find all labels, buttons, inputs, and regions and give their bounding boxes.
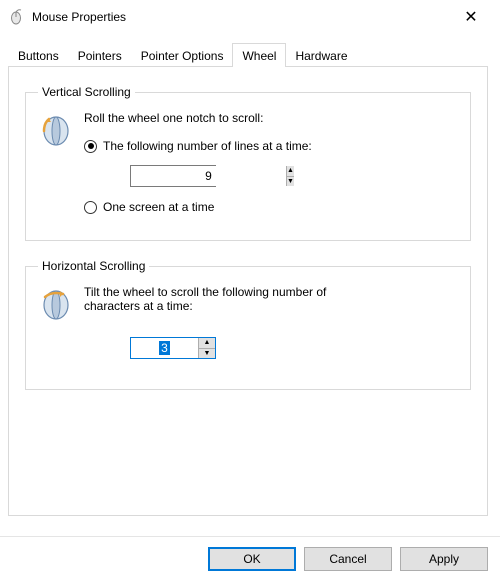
horizontal-desc: Tilt the wheel to scroll the following n…	[84, 285, 384, 313]
tab-buttons[interactable]: Buttons	[8, 44, 69, 66]
horizontal-scrolling-group: Horizontal Scrolling Tilt the wheel to s…	[25, 259, 471, 390]
window-title: Mouse Properties	[32, 10, 448, 24]
wheel-vertical-icon	[38, 113, 74, 149]
tab-pointers[interactable]: Pointers	[68, 44, 132, 66]
radio-lines-label: The following number of lines at a time:	[103, 139, 312, 153]
radio-screen-label: One screen at a time	[103, 200, 214, 214]
radio-lines-input[interactable]	[84, 140, 97, 153]
tab-strip: Buttons Pointers Pointer Options Wheel H…	[8, 42, 488, 66]
chars-spinner-down[interactable]: ▼	[199, 349, 215, 359]
radio-screen[interactable]: One screen at a time	[84, 200, 458, 214]
wheel-panel: Vertical Scrolling Roll the wheel one no…	[8, 66, 488, 516]
vertical-scrolling-group: Vertical Scrolling Roll the wheel one no…	[25, 85, 471, 241]
vertical-desc: Roll the wheel one notch to scroll:	[84, 111, 458, 125]
lines-spinner-down[interactable]: ▼	[287, 177, 294, 187]
close-icon: ✕	[464, 7, 477, 27]
apply-button[interactable]: Apply	[400, 547, 488, 571]
cancel-button[interactable]: Cancel	[304, 547, 392, 571]
wheel-horizontal-icon	[38, 287, 74, 323]
lines-spinner[interactable]: ▲ ▼	[130, 165, 216, 187]
lines-spinner-up[interactable]: ▲	[287, 166, 294, 177]
tab-hardware[interactable]: Hardware	[285, 44, 357, 66]
chars-spinner-value: 3	[159, 341, 170, 355]
horizontal-legend: Horizontal Scrolling	[38, 259, 149, 273]
close-button[interactable]: ✕	[448, 2, 494, 32]
mouse-icon	[8, 9, 24, 25]
vertical-legend: Vertical Scrolling	[38, 85, 135, 99]
chars-spinner-field[interactable]: 3	[131, 338, 198, 358]
radio-lines[interactable]: The following number of lines at a time:	[84, 139, 458, 153]
lines-spinner-value[interactable]	[131, 166, 286, 186]
mouse-properties-window: Mouse Properties ✕ Buttons Pointers Poin…	[0, 0, 500, 583]
tab-wheel[interactable]: Wheel	[232, 43, 286, 67]
dialog-buttons: OK Cancel Apply	[0, 537, 500, 583]
content-area: Buttons Pointers Pointer Options Wheel H…	[0, 34, 500, 536]
chars-spinner-up[interactable]: ▲	[199, 338, 215, 349]
chars-spinner[interactable]: 3 ▲ ▼	[130, 337, 216, 359]
titlebar: Mouse Properties ✕	[0, 0, 500, 34]
lines-spinner-arrows: ▲ ▼	[286, 166, 294, 186]
radio-screen-input[interactable]	[84, 201, 97, 214]
chars-spinner-arrows: ▲ ▼	[198, 338, 215, 358]
ok-button[interactable]: OK	[208, 547, 296, 571]
tab-pointer-options[interactable]: Pointer Options	[131, 44, 234, 66]
